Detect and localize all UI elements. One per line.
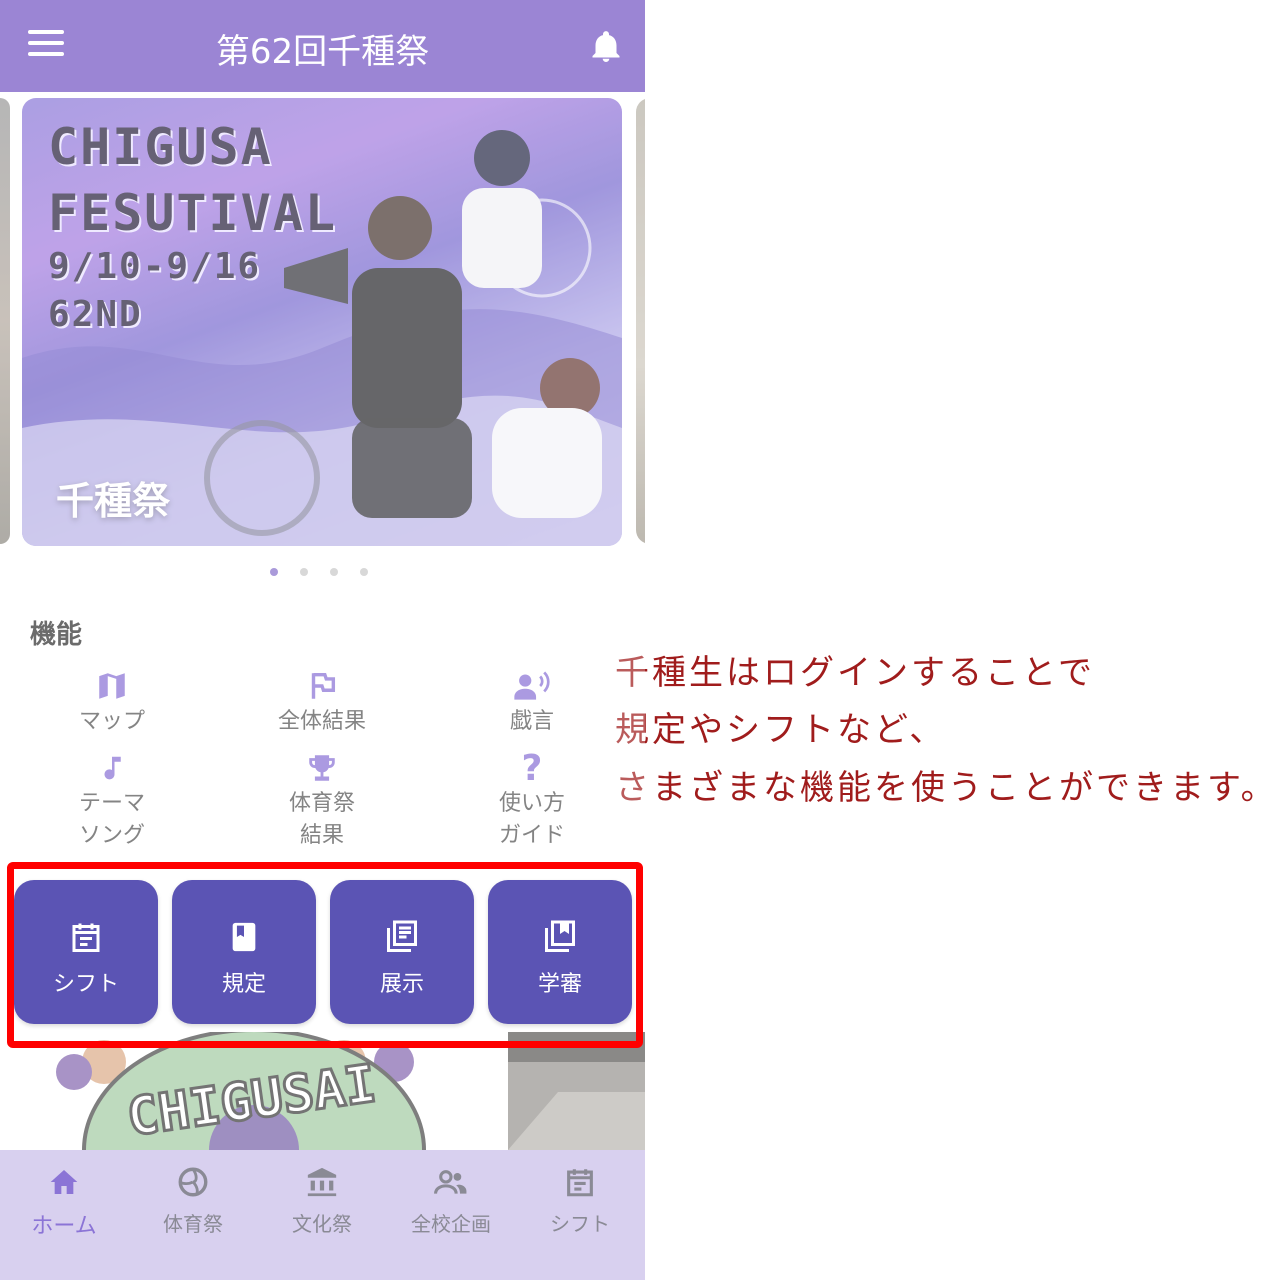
features-section-title: 機能 [30,620,83,650]
hero-date-line: 9/10-9/16 [48,246,262,287]
hero-edition-line: 62ND [48,294,143,335]
map-icon [99,673,125,699]
app-bar: 第62回千種祭 [0,0,645,92]
carousel-next-card[interactable] [636,98,645,544]
calendar-icon [72,923,100,952]
nav-label: シフト [550,1212,610,1236]
feature-sports-results[interactable]: 体育祭 結果 [232,748,412,852]
tile-label: 展示 [379,972,424,997]
help-icon: ? [521,747,543,789]
annotation-line: さまざまな機能を使うことができます。 [615,768,1278,808]
news-card[interactable]: CHIGUSAI [14,1032,494,1150]
annotation-line: 千種生はログインすることで [615,653,1095,693]
annotation-line: 規定やシフトなど、 [615,710,947,750]
flag-icon [311,672,336,699]
nav-label: 体育祭 [163,1212,223,1236]
tile-student-review[interactable]: 学審 [488,880,632,1024]
pagination-dot[interactable] [270,568,278,576]
nav-school-events[interactable]: 全校企画 [391,1162,511,1237]
feature-overall-results[interactable]: 全体結果 [232,666,412,738]
home-icon [50,1170,78,1194]
feature-label: 体育祭 結果 [288,791,355,848]
feature-theme-song[interactable]: テーマ ソング [22,748,202,852]
volleyball-icon [178,1167,208,1197]
nav-label: 文化祭 [292,1212,352,1236]
phone-screen: 第62回千種祭 CHIGUSA FESUTIVAL 9/10-9/16 62ND… [0,0,645,1280]
institution-icon [307,1167,337,1197]
nav-culture[interactable]: 文化祭 [262,1162,382,1237]
feature-label: テーマ ソング [78,791,145,848]
library-books-icon [387,920,417,952]
book-icon [232,922,256,952]
bottom-navigation: ホーム 体育祭 文化祭 全校企画 シフト [0,1150,645,1280]
feature-label: 全体結果 [277,709,366,734]
pagination-dot[interactable] [330,568,338,576]
carousel-prev-card[interactable] [0,98,10,544]
tile-shift[interactable]: シフト [14,880,158,1024]
feature-label: 戯言 [509,709,554,734]
feature-label: 使い方 ガイド [498,791,565,848]
carousel-caption: 千種祭 [56,479,171,523]
collections-bookmark-icon [545,920,575,952]
nav-home[interactable]: ホーム [4,1162,124,1240]
calendar-icon [567,1169,593,1197]
group-icon [434,1170,467,1194]
feature-map[interactable]: マップ [22,666,202,738]
carousel-hero-card[interactable]: CHIGUSA FESUTIVAL 9/10-9/16 62ND 千種祭 [22,98,622,546]
tile-rules[interactable]: 規定 [172,880,316,1024]
tile-label: 学審 [537,972,582,997]
record-voice-icon [514,671,550,700]
news-card-image [508,1032,645,1150]
feature-talk[interactable]: 戯言 [442,666,622,738]
news-card-image: CHIGUSAI [56,1032,426,1150]
tile-exhibits[interactable]: 展示 [330,880,474,1024]
nav-shift[interactable]: シフト [520,1162,640,1237]
carousel-pagination [270,568,368,576]
pagination-dot[interactable] [300,568,308,576]
feature-guide[interactable]: ? 使い方 ガイド [442,748,622,852]
bell-icon[interactable] [588,28,624,66]
music-note-icon [104,756,121,780]
tile-label: 規定 [221,972,266,997]
tile-label: シフト [52,972,119,997]
feature-label: マップ [78,709,145,734]
nav-label: 全校企画 [411,1212,491,1236]
nav-label: ホーム [31,1214,97,1239]
pagination-dot[interactable] [360,568,368,576]
hero-title-line: FESUTIVAL [48,184,337,242]
app-title: 第62回千種祭 [215,32,430,72]
trophy-icon [309,755,335,781]
news-card[interactable] [508,1032,645,1150]
nav-sports[interactable]: 体育祭 [133,1162,253,1237]
hero-title-line: CHIGUSA [48,118,273,176]
quick-access-tiles: シフト 規定 展示 学審 [14,880,634,1026]
